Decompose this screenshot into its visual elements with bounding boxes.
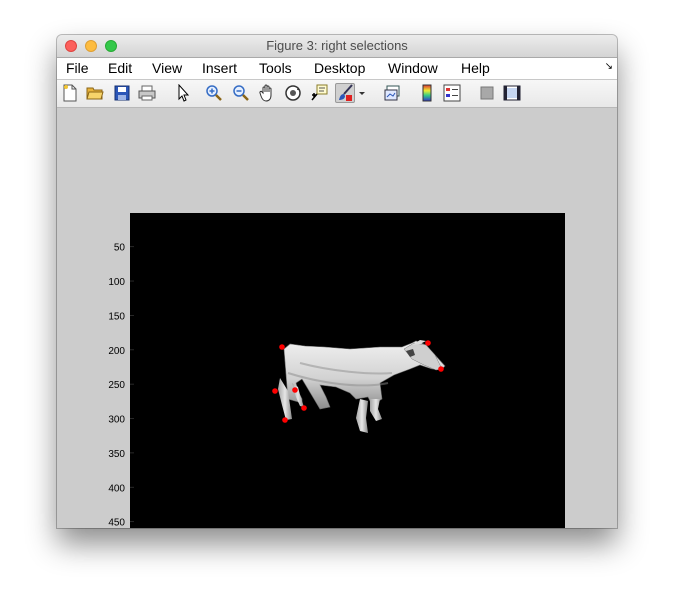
y-tick-label: 450 <box>108 518 125 528</box>
selection-marker <box>425 340 431 346</box>
data-cursor-icon[interactable] <box>309 83 329 103</box>
menu-edit[interactable]: Edit <box>108 60 132 76</box>
window-title: Figure 3: right selections <box>266 38 408 53</box>
y-tick-label: 150 <box>108 311 125 322</box>
link-plot-icon[interactable] <box>382 83 402 103</box>
open-file-icon[interactable] <box>85 83 105 103</box>
y-tick-label: 350 <box>108 449 125 460</box>
menu-tools[interactable]: Tools <box>259 60 292 76</box>
menu-window[interactable]: Window <box>388 60 438 76</box>
colorbar-icon[interactable] <box>417 83 437 103</box>
new-figure-icon[interactable] <box>60 83 80 103</box>
selection-marker <box>438 366 444 372</box>
menu-view[interactable]: View <box>152 60 182 76</box>
title-bar[interactable]: Figure 3: right selections <box>57 35 617 58</box>
rotate-3d-icon[interactable] <box>283 83 303 103</box>
y-tick-label: 200 <box>108 346 125 357</box>
hide-plot-tools-icon[interactable] <box>477 83 497 103</box>
image-axes[interactable] <box>130 213 565 528</box>
selection-marker <box>292 387 298 393</box>
selection-marker <box>282 417 288 423</box>
selection-marker <box>279 344 285 350</box>
menu-desktop[interactable]: Desktop <box>314 60 365 76</box>
print-icon[interactable] <box>137 83 157 103</box>
brush-dropdown-icon[interactable] <box>357 83 367 103</box>
save-icon[interactable] <box>112 83 132 103</box>
menu-insert[interactable]: Insert <box>202 60 237 76</box>
brush-icon[interactable] <box>335 83 355 103</box>
figure-window: Figure 3: right selections File Edit Vie… <box>57 35 617 528</box>
y-tick-label: 50 <box>114 243 126 254</box>
pan-icon[interactable] <box>257 83 277 103</box>
y-tick-label: 400 <box>108 483 125 494</box>
figure-toolbar <box>57 80 617 108</box>
zoom-out-icon[interactable] <box>231 83 251 103</box>
pointer-icon[interactable] <box>173 83 193 103</box>
menu-dock-arrow-icon[interactable]: ↘ <box>605 61 613 72</box>
selection-marker <box>301 405 307 411</box>
y-tick-label: 100 <box>108 277 125 288</box>
figure-canvas: 5010015020025030035040045050050100150200… <box>57 108 617 528</box>
legend-icon[interactable] <box>442 83 462 103</box>
selection-marker <box>272 388 278 394</box>
zoom-in-icon[interactable] <box>204 83 224 103</box>
menu-bar: File Edit View Insert Tools Desktop Wind… <box>57 58 617 80</box>
menu-help[interactable]: Help <box>461 60 490 76</box>
y-tick-label: 300 <box>108 415 125 426</box>
show-plot-tools-icon[interactable] <box>502 83 522 103</box>
menu-file[interactable]: File <box>66 60 89 76</box>
y-tick-label: 250 <box>108 380 125 391</box>
